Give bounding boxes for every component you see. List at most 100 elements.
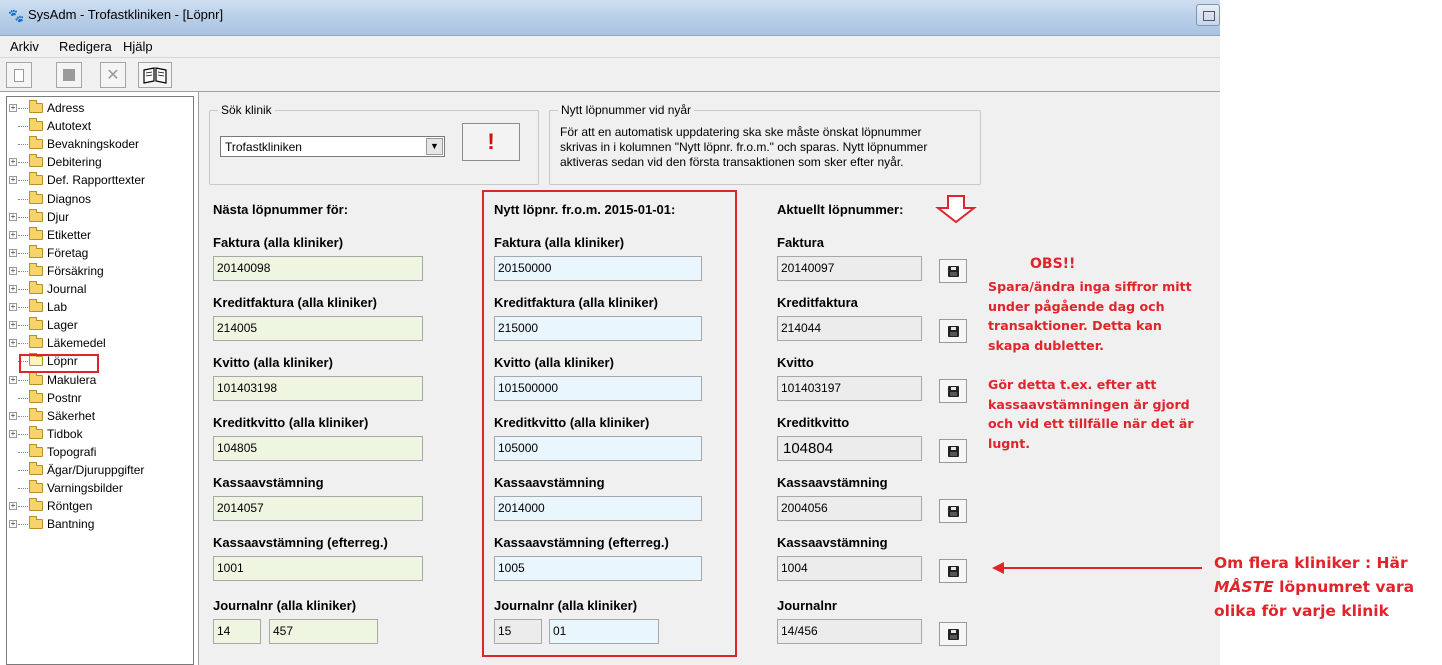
save-disk-icon bbox=[947, 445, 959, 457]
folder-icon bbox=[29, 425, 43, 439]
expand-icon[interactable]: + bbox=[9, 375, 17, 384]
tree-item-label: Läkemedel bbox=[47, 336, 106, 351]
expand-icon[interactable]: + bbox=[9, 158, 17, 167]
save-row-button[interactable] bbox=[939, 559, 967, 583]
tree-connector bbox=[18, 343, 28, 345]
next-number-field[interactable]: 2014057 bbox=[213, 496, 423, 521]
current-field-label: Kreditfaktura bbox=[777, 295, 858, 310]
menu-hjalp[interactable]: Hjälp bbox=[123, 39, 153, 54]
info-line: skrivas in i kolumnen "Nytt löpnr. fr.o.… bbox=[560, 140, 928, 154]
expand-icon[interactable]: + bbox=[9, 429, 17, 438]
expand-icon[interactable]: + bbox=[9, 230, 17, 239]
current-number-field: 101403197 bbox=[777, 376, 922, 401]
next-number-field[interactable]: 214005 bbox=[213, 316, 423, 341]
save-button[interactable] bbox=[56, 62, 82, 88]
title-bar: 🐾 SysAdm - Trofastkliniken - [Löpnr] bbox=[0, 0, 1220, 36]
current-number-field: 104804 bbox=[777, 436, 922, 461]
obs-line: och vid ett tillfälle när det är bbox=[988, 416, 1194, 432]
expand-icon[interactable]: + bbox=[9, 303, 17, 312]
current-number-field: 214044 bbox=[777, 316, 922, 341]
folder-icon bbox=[29, 208, 43, 222]
save-disk-icon bbox=[947, 265, 959, 277]
save-journal-button[interactable] bbox=[939, 622, 967, 646]
next-journal-prefix-field[interactable]: 14 bbox=[213, 619, 261, 644]
expand-icon[interactable]: + bbox=[9, 502, 17, 511]
folder-icon bbox=[29, 480, 43, 494]
obs-line: kassaavstämningen är gjord bbox=[988, 396, 1190, 412]
next-number-heading: Nästa löpnummer för: bbox=[213, 202, 349, 217]
expand-icon[interactable]: + bbox=[9, 104, 17, 112]
obs-line bbox=[988, 355, 1194, 375]
info-line: För att en automatisk uppdatering ska sk… bbox=[560, 125, 922, 139]
tree-item-label: Försäkring bbox=[47, 263, 104, 278]
folder-icon bbox=[29, 317, 43, 331]
menu-bar: Arkiv Redigera Hjälp bbox=[0, 36, 1220, 58]
tree-connector bbox=[18, 108, 28, 109]
next-number-field[interactable]: 101403198 bbox=[213, 376, 423, 401]
folder-icon bbox=[29, 154, 43, 168]
save-row-button[interactable] bbox=[939, 259, 967, 283]
info-line: aktiveras sedan vid den första transakti… bbox=[560, 155, 904, 169]
window-title: SysAdm - Trofastkliniken - [Löpnr] bbox=[28, 7, 224, 22]
menu-arkiv[interactable]: Arkiv bbox=[10, 39, 39, 54]
delete-button[interactable]: ✕ bbox=[100, 62, 126, 88]
folder-icon bbox=[29, 498, 43, 512]
folder-icon bbox=[29, 462, 43, 475]
tree-item-label: Tidbok bbox=[47, 426, 83, 441]
search-clinic-button[interactable]: ! bbox=[462, 123, 520, 161]
open-book-button[interactable] bbox=[138, 62, 172, 88]
save-row-button[interactable] bbox=[939, 499, 967, 523]
next-number-field[interactable]: 20140098 bbox=[213, 256, 423, 281]
new-button[interactable] bbox=[6, 62, 32, 88]
tree-item-label: Säkerhet bbox=[47, 408, 96, 423]
folder-icon bbox=[29, 172, 43, 186]
next-journal-label: Journalnr (alla kliniker) bbox=[213, 598, 357, 613]
save-disk-icon bbox=[947, 628, 959, 640]
next-journal-number-field[interactable]: 457 bbox=[269, 619, 378, 644]
expand-icon[interactable]: + bbox=[9, 339, 17, 348]
restore-window-button[interactable] bbox=[1196, 4, 1220, 26]
folder-icon bbox=[29, 190, 43, 204]
folder-icon bbox=[29, 335, 43, 349]
obs-note: Spara/ändra inga siffror mitt under pågåe… bbox=[988, 277, 1194, 453]
menu-redigera[interactable]: Redigera bbox=[59, 39, 112, 54]
current-number-heading: Aktuellt löpnummer: bbox=[777, 202, 904, 217]
next-number-field[interactable]: 1001 bbox=[213, 556, 423, 581]
tree-item-label: Ägar/Djuruppgifter bbox=[47, 463, 145, 477]
tree-item-label: Autotext bbox=[47, 119, 92, 134]
expand-icon[interactable]: + bbox=[9, 321, 17, 330]
folder-icon bbox=[29, 389, 43, 403]
save-row-button[interactable] bbox=[939, 319, 967, 343]
expand-icon[interactable]: + bbox=[9, 411, 17, 420]
expand-icon[interactable]: + bbox=[9, 520, 17, 529]
current-field-label: Kvitto bbox=[777, 355, 814, 370]
current-field-label: Faktura bbox=[777, 235, 824, 250]
next-number-field[interactable]: 104805 bbox=[213, 436, 423, 461]
next-field-label: Kreditfaktura (alla kliniker) bbox=[213, 295, 377, 310]
chevron-down-icon[interactable]: ▼ bbox=[426, 138, 443, 155]
save-disk-icon bbox=[947, 505, 959, 517]
expand-icon[interactable]: + bbox=[9, 285, 17, 293]
save-row-button[interactable] bbox=[939, 379, 967, 403]
tree-connector bbox=[18, 216, 28, 218]
tree-item-label: Postnr bbox=[47, 390, 82, 405]
obs-line: lugnt. bbox=[988, 435, 1031, 451]
navigation-tree[interactable]: + Adress Autotext Bevakningskoder + Debiterin… bbox=[6, 96, 194, 665]
new-year-legend: Nytt löpnummer vid nyår bbox=[558, 103, 695, 117]
clinic-select[interactable]: Trofastkliniken ▼ bbox=[220, 136, 445, 157]
expand-icon[interactable]: + bbox=[9, 176, 17, 185]
expand-icon[interactable]: + bbox=[9, 266, 17, 275]
tree-item-label: Djur bbox=[47, 209, 70, 224]
save-row-button[interactable] bbox=[939, 439, 967, 463]
tree-connector bbox=[18, 524, 28, 526]
tree-item-label: Lab bbox=[47, 300, 68, 315]
toolbar: ✕ bbox=[0, 58, 1220, 92]
expand-icon[interactable]: + bbox=[9, 248, 17, 257]
current-number-field: 2004056 bbox=[777, 496, 922, 521]
tree-item-label: Debitering bbox=[47, 155, 102, 170]
selected-item-highlight bbox=[19, 354, 99, 373]
expand-icon[interactable]: + bbox=[9, 212, 17, 221]
left-arrow-icon bbox=[992, 562, 1202, 574]
tree-connector bbox=[18, 506, 28, 508]
tree-item-label: Röntgen bbox=[47, 499, 93, 514]
